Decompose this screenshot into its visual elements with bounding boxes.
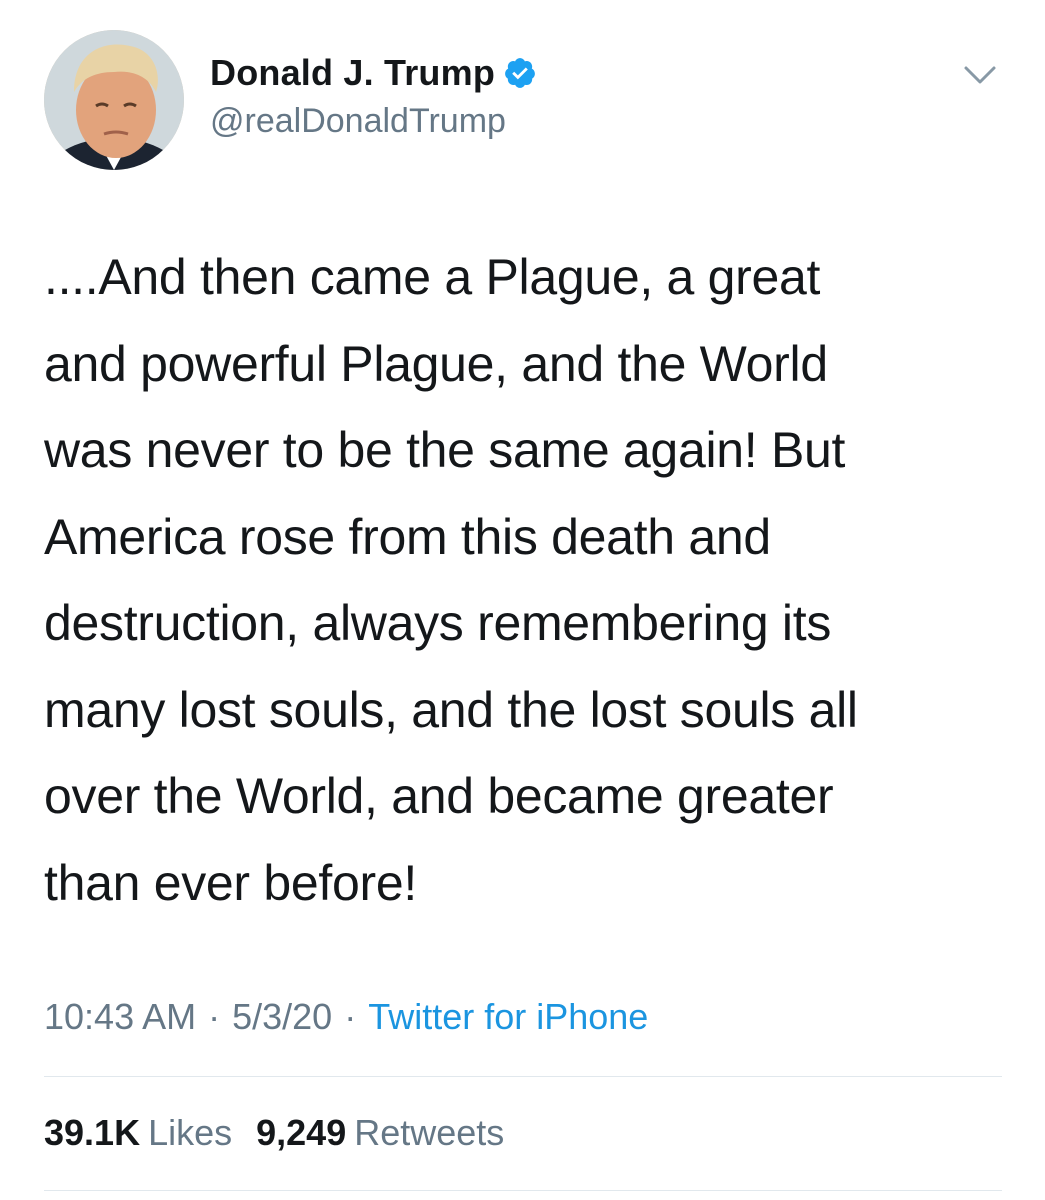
tweet-card: Donald J. Trump @realDonaldTrump ....And… [0, 0, 1045, 1200]
avatar[interactable] [44, 30, 184, 170]
tweet-source-link[interactable]: Twitter for iPhone [368, 996, 648, 1038]
chevron-down-icon[interactable] [960, 62, 1000, 88]
tweet-metadata: 10:43 AM · 5/3/20 · Twitter for iPhone [44, 996, 648, 1038]
tweet-text: ....And then came a Plague, a great and … [44, 249, 858, 911]
likes-count: 39.1K [44, 1112, 141, 1153]
author-info: Donald J. Trump @realDonaldTrump [210, 48, 537, 141]
divider [44, 1076, 1002, 1077]
likes-label: Likes [148, 1112, 233, 1153]
divider [44, 1190, 1002, 1191]
meta-separator: · [344, 996, 357, 1037]
display-name[interactable]: Donald J. Trump [210, 52, 495, 94]
handle[interactable]: @realDonaldTrump [210, 102, 537, 141]
avatar-photo [44, 30, 184, 170]
tweet-date: 5/3/20 [232, 996, 333, 1037]
tweet-time: 10:43 AM [44, 996, 197, 1037]
tweet-stats: 39.1K Likes 9,249 Retweets [44, 1112, 528, 1154]
meta-separator: · [208, 996, 221, 1037]
likes-stat[interactable]: 39.1K Likes [44, 1112, 232, 1154]
display-name-row: Donald J. Trump [210, 48, 537, 98]
retweets-label: Retweets [354, 1112, 505, 1153]
retweets-count: 9,249 [256, 1112, 347, 1153]
verified-badge-icon [503, 56, 537, 90]
retweets-stat[interactable]: 9,249 Retweets [256, 1112, 504, 1154]
